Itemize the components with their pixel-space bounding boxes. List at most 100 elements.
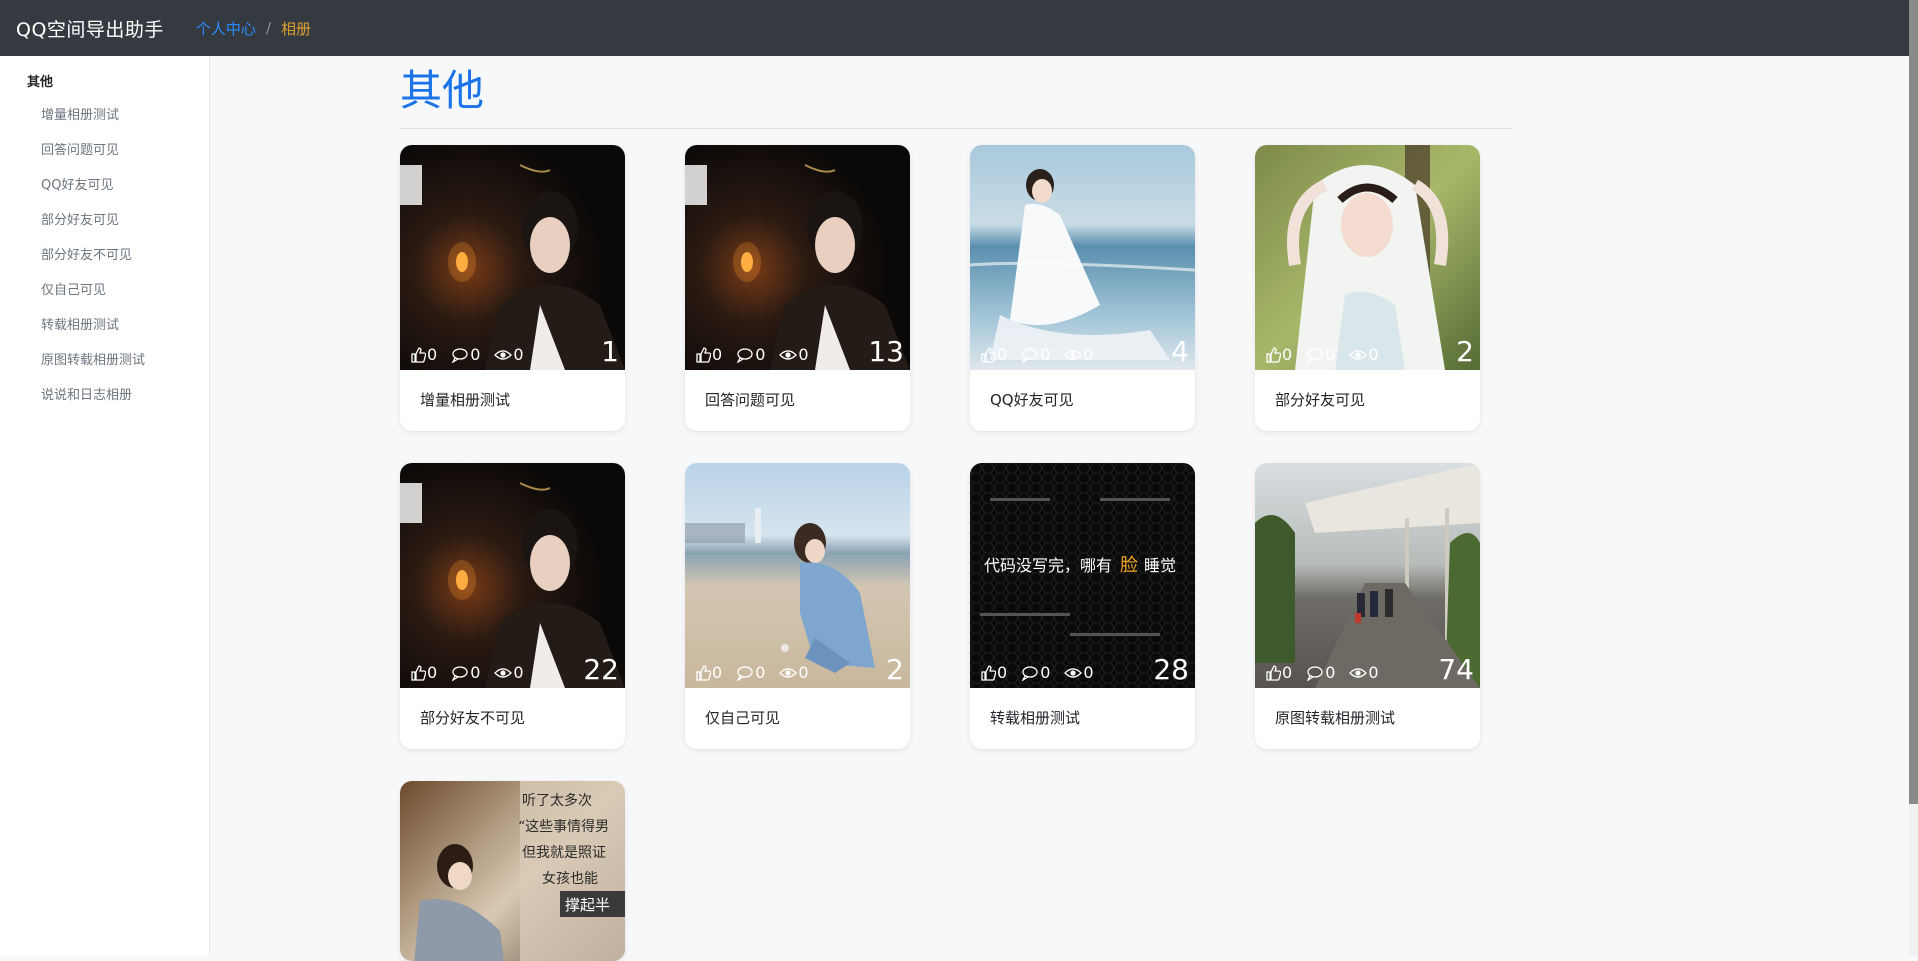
like-stat: 0 [695, 345, 722, 364]
thumbs-up-icon [981, 664, 996, 681]
thumbs-up-icon [1266, 664, 1281, 681]
comment-count: 0 [470, 345, 481, 364]
album-cover-image: 0 0 0 1 [400, 145, 625, 370]
album-card[interactable]: 0 0 0 4 QQ好友可见 [970, 145, 1195, 431]
album-cover-image: 0 0 0 13 [685, 145, 910, 370]
album-title: 转载相册测试 [990, 709, 1081, 727]
album-title: QQ好友可见 [990, 391, 1074, 409]
eye-icon [494, 349, 513, 360]
app-brand[interactable]: QQ空间导出助手 [16, 15, 164, 42]
comment-icon [736, 665, 753, 681]
like-count: 0 [712, 345, 723, 364]
view-stat: 0 [1349, 663, 1379, 682]
comment-stat: 0 [451, 663, 480, 682]
album-card[interactable]: 0 0 0 2 仅自己可见 [685, 463, 910, 749]
album-card[interactable]: 0 0 0 74 原图转载相册测试 [1255, 463, 1480, 749]
album-title: 部分好友不可见 [420, 709, 526, 727]
album-card[interactable]: 代码没写完，哪有 脸 睡觉 0 0 0 28 转载相册测试 [970, 463, 1195, 749]
view-stat: 0 [494, 663, 524, 682]
sidebar-item-repost-album-test[interactable]: 转载相册测试 [0, 308, 209, 343]
breadcrumb: 个人中心 / 相册 [196, 18, 311, 39]
like-stat: 0 [410, 345, 437, 364]
thumbs-up-icon [696, 346, 711, 363]
comment-count: 0 [755, 345, 766, 364]
album-title: 部分好友可见 [1275, 391, 1366, 409]
album-cover-image: 0 0 0 4 [970, 145, 1195, 370]
sidebar-item-some-friends-visible[interactable]: 部分好友可见 [0, 203, 209, 238]
title-divider [400, 128, 1512, 129]
album-card[interactable]: 0 0 0 22 部分好友不可见 [400, 463, 625, 749]
sidebar-item-qq-friends-visible[interactable]: QQ好友可见 [0, 168, 209, 203]
album-card[interactable]: 听了太多次 “这些事情得男 但我就是照证 女孩也能 撑起半 [400, 781, 625, 961]
album-title: 仅自己可见 [705, 709, 781, 727]
eye-icon [1064, 349, 1083, 360]
like-stat: 0 [410, 663, 437, 682]
album-cover-image: 代码没写完，哪有 脸 睡觉 0 0 0 28 [970, 463, 1195, 688]
comment-count: 0 [1325, 345, 1336, 364]
cover-text-tail: 睡觉 [1144, 556, 1176, 575]
like-count: 0 [997, 663, 1008, 682]
album-cover-image: 0 0 0 22 [400, 463, 625, 688]
sidebar-item-answer-question-visible[interactable]: 回答问题可见 [0, 133, 209, 168]
like-stat: 0 [695, 663, 722, 682]
thumbs-up-icon [411, 346, 426, 363]
album-title: 增量相册测试 [420, 391, 511, 409]
photo-count: 28 [1153, 653, 1189, 686]
view-count: 0 [1368, 663, 1379, 682]
view-stat: 0 [779, 663, 809, 682]
comment-icon [736, 347, 753, 363]
album-stats: 0 0 0 [1265, 663, 1393, 682]
poster-line: 听了太多次 [522, 792, 592, 809]
comment-stat: 0 [736, 663, 765, 682]
sidebar-heading: 其他 [27, 75, 54, 90]
view-count: 0 [798, 345, 809, 364]
poster-line: 撑起半 [565, 896, 610, 914]
comment-icon [1021, 347, 1038, 363]
like-count: 0 [427, 663, 438, 682]
view-stat: 0 [1064, 663, 1094, 682]
comment-count: 0 [755, 663, 766, 682]
eye-icon [779, 349, 798, 360]
album-card[interactable]: 0 0 0 2 部分好友可见 [1255, 145, 1480, 431]
breadcrumb-separator: / [265, 19, 271, 37]
thumbs-up-icon [696, 664, 711, 681]
view-count: 0 [513, 345, 524, 364]
photo-count: 2 [1456, 335, 1474, 368]
album-title: 原图转载相册测试 [1275, 709, 1396, 727]
photo-count: 2 [886, 653, 904, 686]
comment-icon [1306, 347, 1323, 363]
breadcrumb-current: 相册 [281, 19, 312, 38]
album-card[interactable]: 0 0 0 13 回答问题可见 [685, 145, 910, 431]
album-cover-image: 0 0 0 2 [1255, 145, 1480, 370]
sidebar-item-some-friends-hidden[interactable]: 部分好友不可见 [0, 238, 209, 273]
comment-stat: 0 [1306, 345, 1335, 364]
view-stat: 0 [1064, 345, 1094, 364]
album-cover-image: 0 0 0 2 [685, 463, 910, 688]
eye-icon [1349, 349, 1368, 360]
comment-stat: 0 [1021, 663, 1050, 682]
comment-icon [1306, 665, 1323, 681]
scrollbar-thumb[interactable] [1909, 0, 1918, 804]
sidebar-item-original-repost-album-test[interactable]: 原图转载相册测试 [0, 343, 209, 378]
breadcrumb-home-link[interactable]: 个人中心 [196, 18, 256, 39]
photo-count: 74 [1438, 653, 1474, 686]
album-cover-image: 听了太多次 “这些事情得男 但我就是照证 女孩也能 撑起半 [400, 781, 625, 961]
album-stats: 0 0 0 [695, 345, 823, 364]
album-card[interactable]: 0 0 0 1 增量相册测试 [400, 145, 625, 431]
view-count: 0 [798, 663, 809, 682]
like-count: 0 [427, 345, 438, 364]
sidebar-item-self-only[interactable]: 仅自己可见 [0, 273, 209, 308]
album-grid: 0 0 0 1 增量相册测试 0 0 0 13 回答问题可见 0 0 0 4 Q… [400, 145, 1512, 961]
sidebar-item-moments-blog-album[interactable]: 说说和日志相册 [0, 378, 209, 413]
album-stats: 0 0 0 [980, 345, 1108, 364]
comment-stat: 0 [451, 345, 480, 364]
comment-count: 0 [1040, 345, 1051, 364]
eye-icon [1064, 667, 1083, 678]
album-stats: 0 0 0 [1265, 345, 1393, 364]
page-scrollbar[interactable] [1909, 0, 1918, 956]
view-stat: 0 [1349, 345, 1379, 364]
comment-icon [451, 665, 468, 681]
album-title: 回答问题可见 [705, 391, 796, 409]
sidebar-item-incremental-album-test[interactable]: 增量相册测试 [0, 98, 209, 133]
comment-stat: 0 [736, 345, 765, 364]
